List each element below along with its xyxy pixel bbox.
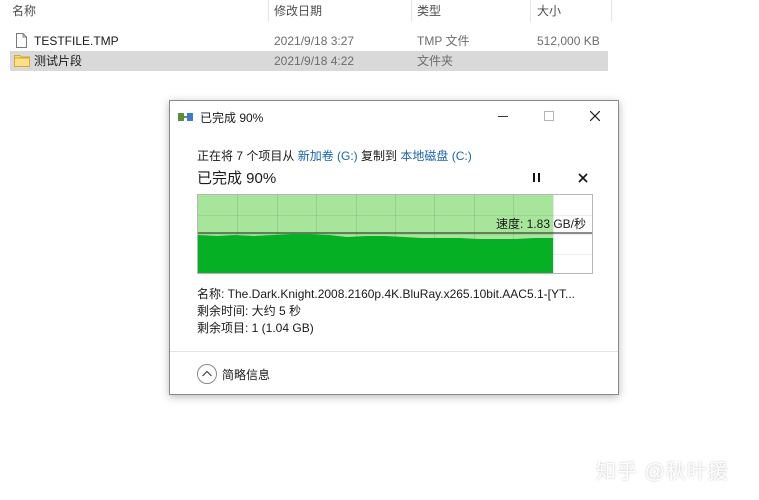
throughput-chart bbox=[198, 195, 592, 273]
copy-transfer-icon bbox=[178, 113, 193, 121]
source-drive-link[interactable]: 新加卷 (G:) bbox=[298, 149, 358, 163]
folder-name: 测试片段 bbox=[34, 54, 83, 68]
chevron-up-icon bbox=[202, 370, 212, 377]
pause-button[interactable] bbox=[528, 169, 546, 187]
folder-date: 2021/9/18 4:22 bbox=[274, 54, 355, 68]
throughput-area bbox=[198, 234, 553, 273]
file-type: TMP 文件 bbox=[417, 34, 470, 48]
copy-mid-text: 复制到 bbox=[361, 149, 398, 163]
dialog-divider bbox=[170, 351, 618, 352]
column-date[interactable]: 修改日期 bbox=[270, 0, 322, 22]
time-remaining-line: 剩余时间: 大约 5 秒 bbox=[197, 304, 302, 318]
transfer-details: 名称: The.Dark.Knight.2008.2160p.4K.BluRay… bbox=[197, 286, 592, 337]
cancel-icon bbox=[578, 173, 588, 183]
file-name: TESTFILE.TMP bbox=[34, 34, 119, 48]
column-name[interactable]: 名称 bbox=[8, 0, 36, 22]
progress-percent-label: 已完成 90% bbox=[197, 170, 277, 187]
dest-drive-link[interactable]: 本地磁盘 (C:) bbox=[400, 149, 471, 163]
speed-label: 速度: 1.83 GB/秒 bbox=[495, 217, 586, 231]
fewer-details-label: 简略信息 bbox=[222, 368, 271, 382]
minimize-icon bbox=[498, 116, 508, 117]
column-size[interactable]: 大小 bbox=[533, 0, 561, 22]
column-header-bar: 名称 修改日期 类型 大小 bbox=[0, 0, 612, 22]
cancel-button[interactable] bbox=[574, 169, 592, 187]
copy-prefix-text: 正在将 7 个项目从 bbox=[197, 149, 295, 163]
copy-progress-dialog: 已完成 90% 正在将 7 个项目从 新加卷 (G:) 复制到 本地磁盘 (C:… bbox=[169, 100, 619, 395]
close-icon bbox=[590, 111, 600, 121]
items-remaining-line: 剩余项目: 1 (1.04 GB) bbox=[197, 321, 314, 335]
watermark-text: 知乎 @秋叶援 bbox=[596, 461, 729, 483]
dialog-titlebar[interactable]: 已完成 90% bbox=[170, 101, 618, 132]
column-divider[interactable] bbox=[611, 0, 612, 22]
minimize-button[interactable] bbox=[480, 101, 526, 132]
column-divider[interactable] bbox=[411, 0, 412, 22]
folder-type: 文件夹 bbox=[417, 54, 454, 68]
folder-icon bbox=[14, 55, 30, 67]
file-icon bbox=[16, 33, 27, 48]
column-divider[interactable] bbox=[530, 0, 531, 22]
file-name-line: 名称: The.Dark.Knight.2008.2160p.4K.BluRay… bbox=[197, 287, 575, 301]
file-row[interactable]: TESTFILE.TMP 2021/9/18 3:27 TMP 文件 512,0… bbox=[10, 31, 608, 51]
dialog-title: 已完成 90% bbox=[200, 111, 264, 125]
pause-icon bbox=[533, 173, 540, 182]
file-date: 2021/9/18 3:27 bbox=[274, 34, 355, 48]
file-size: 512,000 KB bbox=[537, 34, 600, 48]
copy-description: 正在将 7 个项目从 新加卷 (G:) 复制到 本地磁盘 (C:) bbox=[197, 147, 472, 164]
transfer-speed-graph: 速度: 1.83 GB/秒 bbox=[197, 194, 593, 274]
column-divider[interactable] bbox=[268, 0, 269, 22]
column-type[interactable]: 类型 bbox=[413, 0, 441, 22]
chevron-up-circle bbox=[197, 364, 217, 384]
close-button[interactable] bbox=[572, 101, 618, 132]
folder-row[interactable]: 测试片段 2021/9/18 4:22 文件夹 bbox=[10, 51, 608, 71]
maximize-button[interactable] bbox=[526, 101, 572, 132]
maximize-icon bbox=[544, 111, 554, 121]
